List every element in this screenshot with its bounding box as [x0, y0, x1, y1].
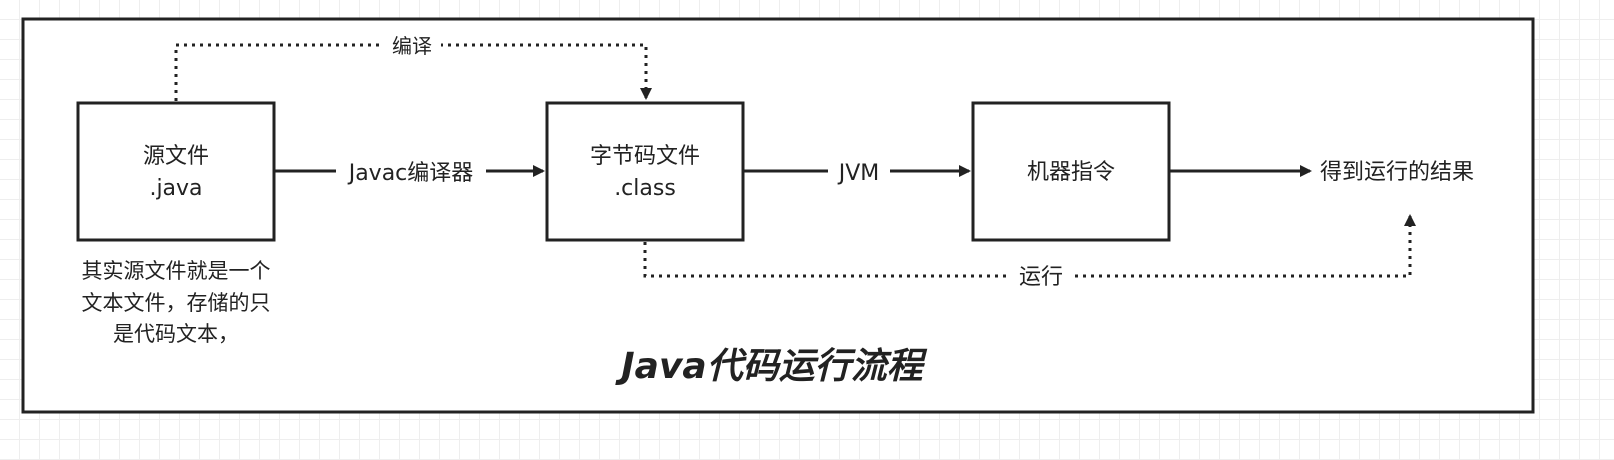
machine-instruction-box: 机器指令	[971, 101, 1171, 242]
bytecode-file-name: 字节码文件	[590, 144, 700, 169]
result-label: 得到运行的结果	[1320, 160, 1474, 185]
note-line-2: 文本文件，存储的只	[82, 291, 271, 315]
diagram-title: Java代码运行流程	[615, 346, 927, 387]
source-file-box: 源文件 .java	[76, 101, 276, 242]
compile-label: 编译	[392, 34, 432, 58]
javac-label: Javac编译器	[347, 161, 474, 186]
source-file-extension: .java	[149, 176, 202, 201]
bytecode-file-box: 字节码文件 .class	[545, 101, 745, 242]
run-label: 运行	[1019, 265, 1063, 290]
jvm-label: JVM	[837, 161, 880, 186]
note-line-1: 其实源文件就是一个	[82, 259, 271, 283]
machine-instruction-label: 机器指令	[1027, 160, 1115, 185]
source-file-name: 源文件	[143, 144, 209, 169]
bytecode-file-extension: .class	[614, 176, 676, 201]
java-flow-diagram: 源文件 .java 字节码文件 .class 机器指令 编译 Javac编译器 …	[21, 17, 1535, 414]
note-line-3: 是代码文本，	[113, 322, 239, 346]
